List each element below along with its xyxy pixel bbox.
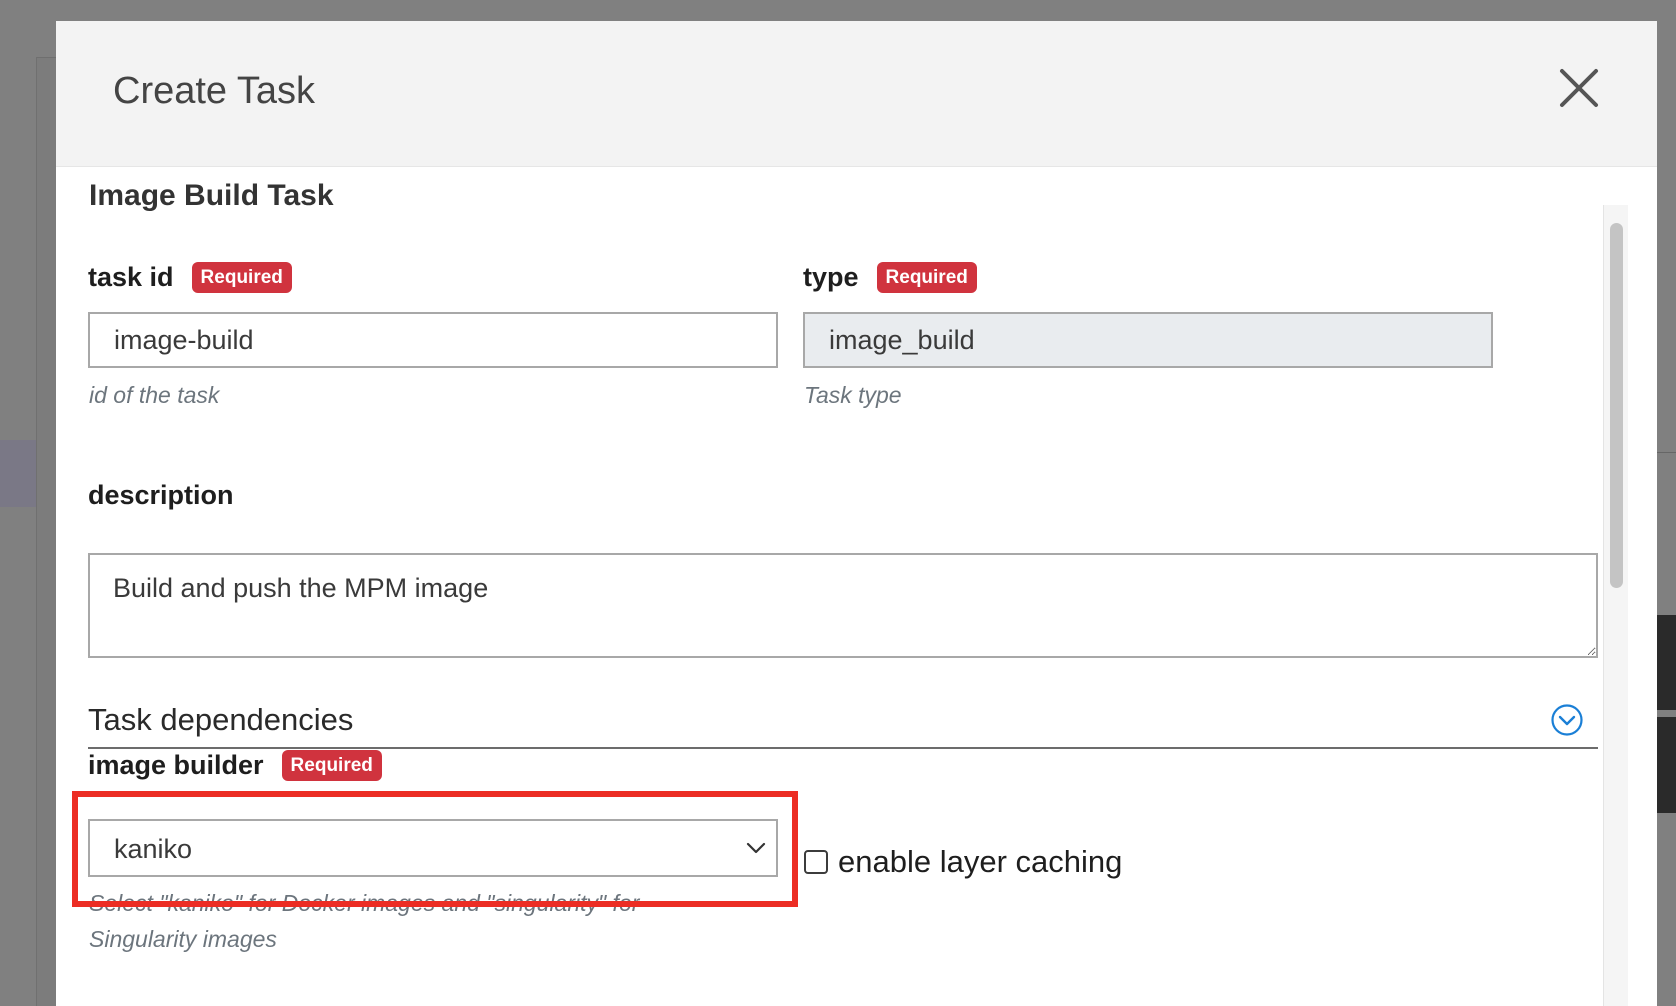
required-badge: Required: [876, 262, 977, 293]
type-label: type Required: [803, 262, 977, 293]
task-id-input[interactable]: [88, 312, 778, 368]
task-dependencies-title: Task dependencies: [88, 702, 354, 737]
type-label-text: type: [803, 262, 859, 292]
layer-caching-checkbox[interactable]: [804, 850, 828, 874]
background-dark-button: [1656, 717, 1676, 813]
modal-title: Create Task: [113, 70, 316, 112]
layer-caching-option[interactable]: enable layer caching: [804, 844, 1122, 880]
description-textarea[interactable]: Build and push the MPM image: [88, 553, 1598, 658]
modal-body: Image Build Task task id Required id of …: [56, 167, 1657, 1006]
image-builder-selected-value: kaniko: [114, 834, 193, 864]
background-right-panel: [1656, 57, 1676, 1006]
task-id-label-text: task id: [88, 262, 174, 292]
chevron-down-icon: [746, 842, 766, 854]
type-input[interactable]: [803, 312, 1493, 368]
image-builder-help-line1: Select "kaniko" for Docker images and "s…: [89, 890, 640, 916]
background-dark-button: [1656, 615, 1676, 710]
background-divider: [1656, 452, 1676, 453]
scrollbar-thumb[interactable]: [1610, 223, 1623, 588]
background-sidebar: [0, 57, 37, 1006]
image-builder-help-line2: Singularity images: [89, 926, 277, 952]
task-dependencies-toggle[interactable]: Task dependencies: [88, 695, 1598, 749]
section-heading: Image Build Task: [89, 179, 334, 212]
modal-scrollbar[interactable]: [1603, 205, 1628, 1006]
modal-header: Create Task: [56, 21, 1657, 167]
task-id-help: id of the task: [89, 382, 220, 408]
close-icon: [1560, 69, 1598, 107]
image-builder-label: image builder Required: [88, 750, 382, 781]
task-id-label: task id Required: [88, 262, 292, 293]
close-button[interactable]: [1554, 63, 1604, 113]
create-task-modal: Create Task Image Build Task task id Req…: [56, 21, 1657, 1006]
layer-caching-label: enable layer caching: [838, 844, 1123, 879]
required-badge: Required: [191, 262, 292, 293]
chevron-down-circle-icon: [1551, 704, 1583, 736]
image-builder-label-text: image builder: [88, 750, 264, 780]
background-sidebar-active-item: [0, 440, 36, 507]
image-builder-select[interactable]: kaniko: [88, 819, 778, 877]
required-badge: Required: [281, 750, 382, 781]
description-label: description: [88, 480, 234, 511]
type-help: Task type: [804, 382, 902, 408]
description-label-text: description: [88, 480, 234, 510]
